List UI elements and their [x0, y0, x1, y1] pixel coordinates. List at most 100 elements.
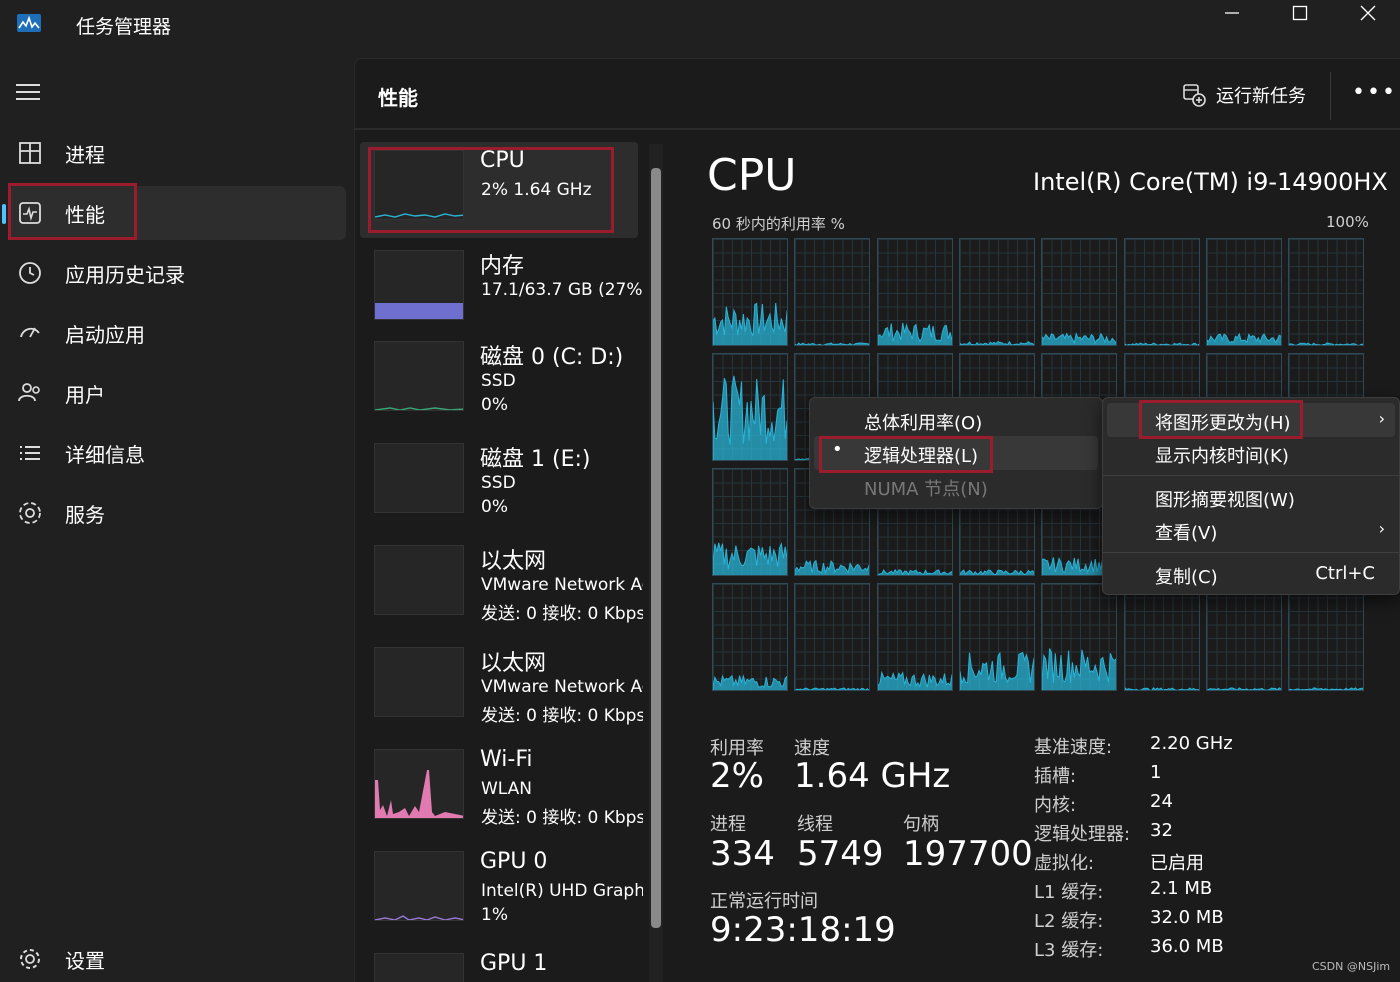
services-icon	[19, 502, 41, 524]
device-name: Wi-Fi	[480, 747, 533, 772]
processes-value: 334	[710, 834, 775, 874]
close-button[interactable]	[1334, 0, 1400, 26]
menu-item-label: 复制(C)	[1155, 567, 1218, 588]
nav-item-app-history[interactable]: 应用历史记录	[8, 246, 346, 300]
processes-icon	[19, 142, 41, 164]
utilization-graph-label: 60 秒内的利用率 %	[712, 215, 845, 233]
virtualization-value: 已启用	[1150, 853, 1204, 874]
nav-item-label: 应用历史记录	[65, 263, 185, 287]
l2-cache-label: L2 缓存:	[1034, 911, 1104, 932]
nav-item-details[interactable]: 详细信息	[8, 426, 346, 480]
device-item-wifi[interactable]: Wi-Fi WLAN 发送: 0 接收: 0 Kbps	[360, 741, 643, 837]
chevron-right-icon: ›	[1378, 519, 1385, 538]
device-item-ethernet1[interactable]: 以太网 VMware Network Adapter 发送: 0 接收: 0 K…	[360, 537, 643, 633]
menu-item-label: 逻辑处理器(L)	[864, 446, 979, 467]
menu-item-logical-processors[interactable]: • 逻辑处理器(L)	[814, 436, 1098, 470]
navigation-pane: 进程 性能 应用历史记录 启动应用 用户 详细信息 服务 设置	[0, 60, 354, 982]
device-detail: SSD	[481, 371, 516, 391]
device-detail: 发送: 0 接收: 0 Kbps	[481, 706, 643, 726]
details-icon	[20, 446, 40, 460]
utilization-graph-max: 100%	[1326, 213, 1369, 231]
nav-item-performance[interactable]: 性能	[2, 186, 346, 240]
menu-item-label: 图形摘要视图(W)	[1155, 490, 1295, 511]
watermark: CSDN @NSJim	[1312, 960, 1391, 973]
device-detail: 2% 1.64 GHz	[481, 180, 592, 200]
processes-label: 进程	[710, 814, 746, 835]
logical-processor-graph	[794, 238, 871, 346]
menu-item-summary-view[interactable]: 图形摘要视图(W)	[1107, 480, 1395, 514]
device-item-cpu[interactable]: CPU 2% 1.64 GHz	[360, 142, 638, 238]
nav-item-processes[interactable]: 进程	[8, 126, 346, 180]
logical-processor-graph	[794, 583, 871, 691]
device-name: 以太网	[480, 651, 547, 676]
logical-processor-graph	[712, 583, 788, 691]
logical-processor-graph	[1123, 583, 1200, 691]
minimize-button[interactable]	[1198, 0, 1266, 26]
users-icon	[18, 383, 40, 402]
cpu-usage-trace	[1124, 342, 1199, 345]
nav-item-label: 详细信息	[65, 443, 145, 467]
device-item-ethernet2[interactable]: 以太网 VMware Network Adapter 发送: 0 接收: 0 K…	[360, 639, 643, 735]
device-detail: 1%	[481, 905, 508, 925]
logical-processor-graph	[1205, 238, 1282, 346]
ethernet1-thumbnail-graph	[374, 545, 464, 615]
gpu0-thumbnail-graph	[374, 851, 464, 921]
nav-item-label: 性能	[65, 203, 105, 227]
handles-label: 句柄	[903, 814, 939, 835]
memory-thumbnail-graph	[374, 250, 464, 320]
device-item-memory[interactable]: 内存 17.1/63.7 GB (27%)	[360, 242, 643, 338]
l3-cache-label: L3 缓存:	[1034, 940, 1104, 961]
device-detail: 0%	[481, 395, 508, 415]
run-new-task-label: 运行新任务	[1216, 86, 1306, 107]
l1-cache-label: L1 缓存:	[1034, 882, 1104, 903]
nav-item-services[interactable]: 服务	[8, 486, 346, 540]
menu-item-label: 总体利用率(O)	[864, 413, 983, 434]
more-options-icon[interactable]: •••	[1352, 80, 1397, 105]
device-item-gpu1[interactable]: GPU 1	[360, 945, 638, 982]
logical-processor-graph	[876, 238, 953, 346]
run-new-task-button[interactable]: 运行新任务	[1182, 80, 1306, 110]
menu-item-numa-nodes: NUMA 节点(N)	[814, 469, 1098, 503]
nav-item-settings[interactable]: 设置	[8, 932, 346, 982]
graph-type-submenu: 总体利用率(O) • 逻辑处理器(L) NUMA 节点(N)	[809, 397, 1103, 509]
menu-item-view[interactable]: 查看(V) ›	[1107, 513, 1395, 547]
menu-item-overall-utilization[interactable]: 总体利用率(O)	[814, 403, 1098, 437]
startup-icon	[20, 327, 40, 338]
device-item-disk0[interactable]: 磁盘 0 (C: D:) SSD 0%	[360, 333, 638, 429]
logical-processor-graph	[1041, 238, 1118, 346]
virtualization-label: 虚拟化:	[1034, 853, 1095, 874]
run-new-task-icon	[1183, 84, 1206, 107]
device-detail: VMware Network Adapter	[481, 575, 643, 595]
cpu-usage-trace	[1289, 342, 1364, 345]
cores-value: 24	[1150, 791, 1173, 812]
logical-processor-graph	[712, 468, 788, 576]
cpu-usage-trace	[795, 342, 870, 345]
graph-context-menu: 将图形更改为(H) › 显示内核时间(K) 图形摘要视图(W) 查看(V) › …	[1102, 397, 1400, 595]
device-name: 磁盘 1 (E:)	[480, 447, 591, 472]
menu-item-label: 将图形更改为(H)	[1155, 413, 1291, 434]
menu-item-show-kernel-times[interactable]: 显示内核时间(K)	[1107, 436, 1395, 470]
nav-item-users[interactable]: 用户	[8, 366, 346, 420]
logical-processor-graph	[876, 583, 953, 691]
device-name: CPU	[480, 148, 525, 173]
header-divider	[1330, 72, 1331, 120]
history-icon	[19, 262, 41, 284]
logical-processor-graph	[958, 583, 1035, 691]
cpu-usage-trace	[959, 340, 1034, 345]
menu-item-label: 显示内核时间(K)	[1155, 446, 1289, 467]
device-detail: Intel(R) UHD Graphics	[481, 881, 643, 901]
device-detail: 发送: 0 接收: 0 Kbps	[481, 604, 643, 624]
maximize-button[interactable]	[1266, 0, 1334, 26]
cpu-usage-trace	[1289, 687, 1364, 690]
menu-item-copy[interactable]: 复制(C) Ctrl+C	[1107, 557, 1395, 591]
device-detail: WLAN	[481, 779, 533, 799]
logical-processors-value: 32	[1150, 820, 1173, 841]
l3-cache-value: 36.0 MB	[1150, 936, 1224, 957]
hamburger-menu-icon[interactable]	[16, 82, 40, 102]
device-item-gpu0[interactable]: GPU 0 Intel(R) UHD Graphics 1%	[360, 843, 643, 939]
menu-item-change-graph-to[interactable]: 将图形更改为(H) ›	[1107, 403, 1395, 437]
logical-processor-graph	[712, 238, 788, 346]
device-item-disk1[interactable]: 磁盘 1 (E:) SSD 0%	[360, 435, 638, 531]
nav-item-startup-apps[interactable]: 启动应用	[8, 306, 346, 360]
device-list-scrollbar[interactable]	[651, 168, 661, 928]
